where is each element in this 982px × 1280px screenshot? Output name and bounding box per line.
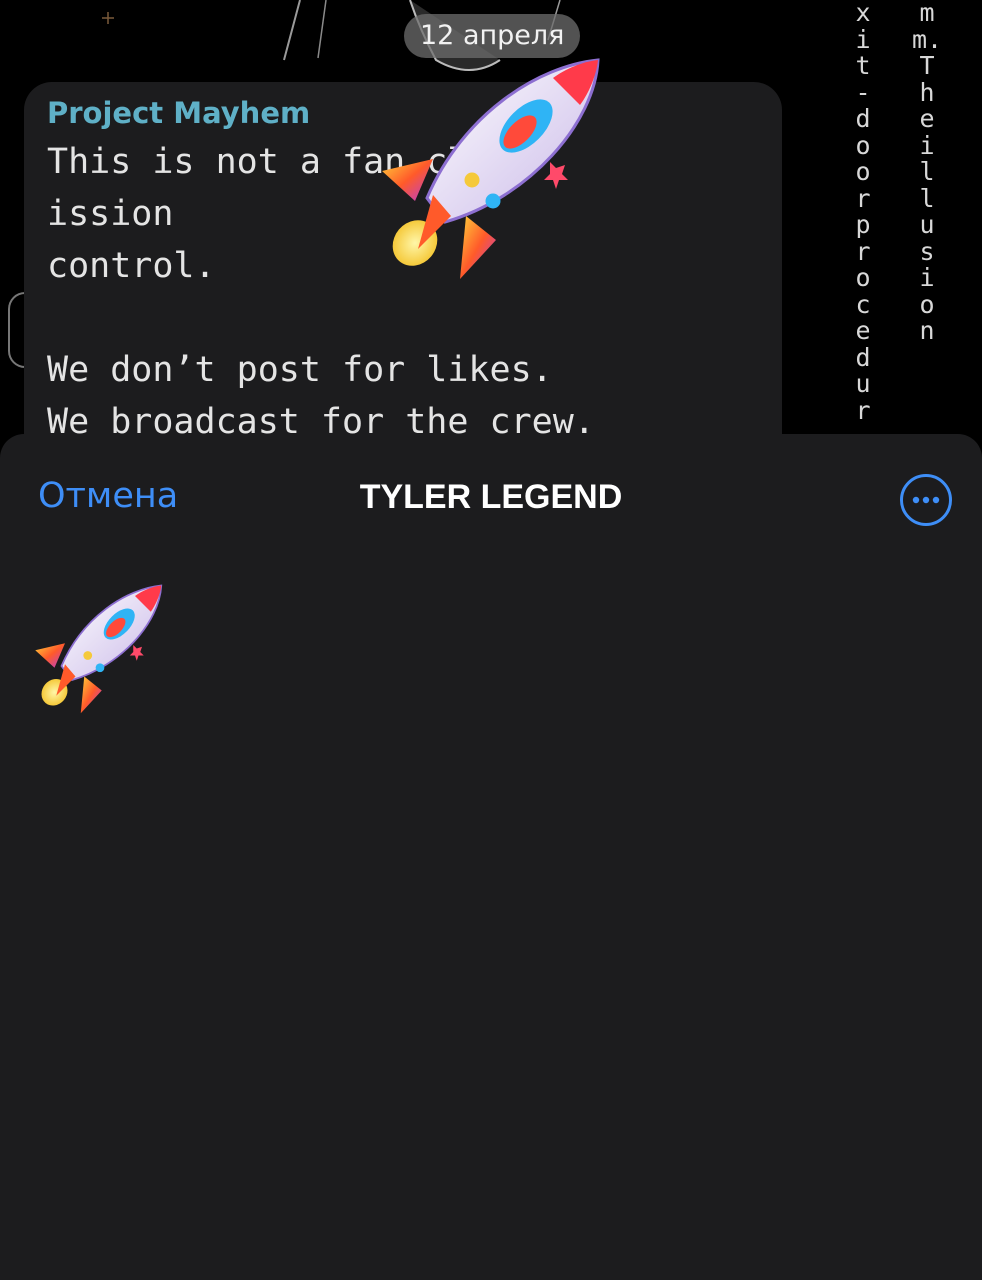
date-separator: 12 апреля [404,14,581,58]
sticker-pack-sheet: Отмена TYLER LEGEND [0,434,982,1280]
message-sender[interactable]: Project Mayhem [47,96,310,130]
chat-background: 12 апреля xit-door procedur mm. The illu… [0,0,982,470]
sheet-header: Отмена TYLER LEGEND [0,434,982,564]
more-options-button[interactable] [900,474,952,526]
wallpaper-text-column: xit-door procedur [855,0,871,425]
sticker-item[interactable] [28,582,172,722]
sticker-pack-title: TYLER LEGEND [359,478,623,516]
ellipsis-circle-icon [912,496,940,504]
screen: 12 апреля xit-door procedur mm. The illu… [0,0,982,1280]
rocket-sticker-icon [35,584,163,714]
wallpaper-text-column: mm. The illusion [912,0,943,345]
rocket-sticker-icon [382,58,600,279]
